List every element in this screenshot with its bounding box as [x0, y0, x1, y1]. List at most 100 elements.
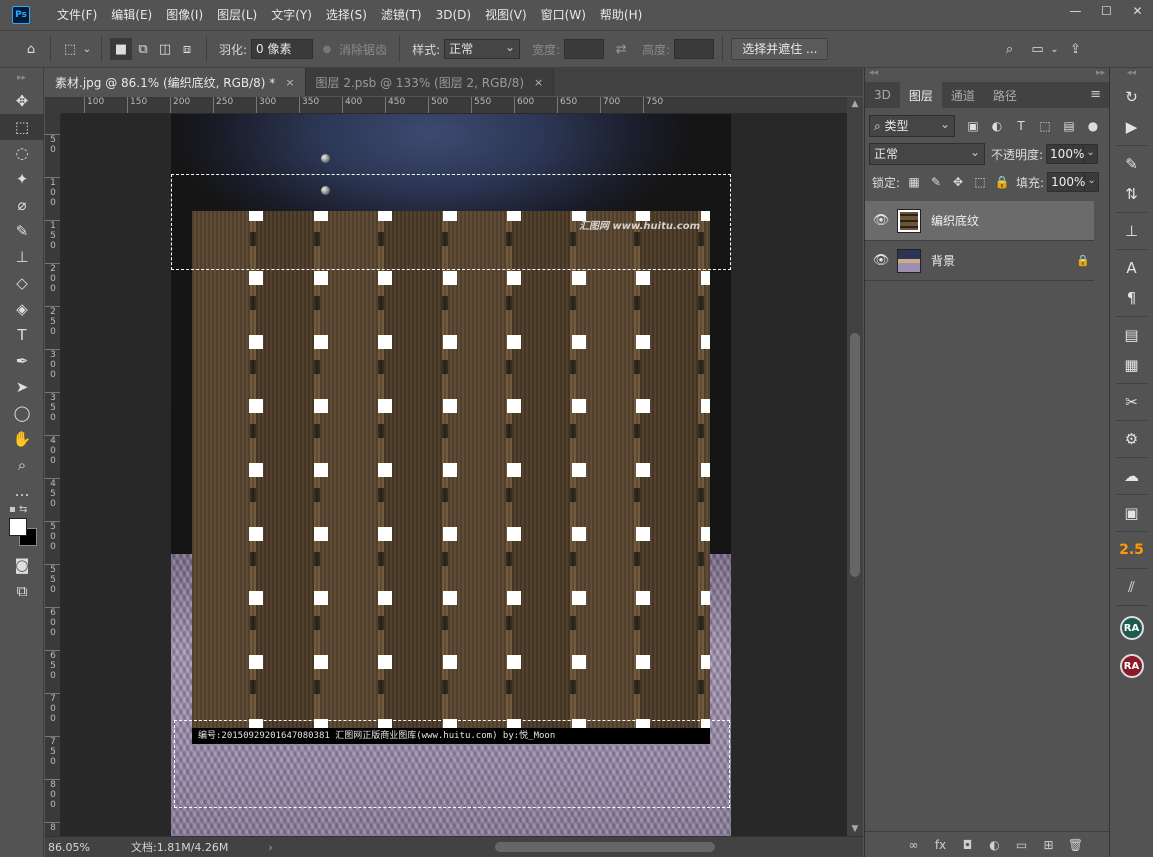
vertical-scrollbar[interactable]: ▲ ▼ [847, 97, 863, 836]
tab-channels[interactable]: 通道 [942, 82, 984, 108]
search-icon[interactable]: ⌕ [998, 38, 1020, 60]
width-input[interactable] [564, 39, 605, 59]
actions-play-icon[interactable]: ▶ [1110, 112, 1153, 142]
swap-icon[interactable]: ⇄ [610, 38, 632, 60]
paragraph-icon[interactable]: ¶ [1110, 283, 1153, 313]
screen-mode-icon[interactable]: ⧉ [0, 578, 44, 604]
menu-layer[interactable]: 图层(L) [210, 0, 264, 30]
canvas-area[interactable]: 汇图网 www.huitu.com 编号:2015092920164708038… [61, 114, 847, 836]
layer-effects-icon[interactable]: fx [927, 838, 954, 852]
tab-material-jpg[interactable]: 素材.jpg @ 86.1% (编织底纹, RGB/8) * × [45, 68, 306, 96]
document-canvas[interactable]: 汇图网 www.huitu.com 编号:2015092920164708038… [171, 114, 731, 836]
horizontal-scrollbar[interactable] [335, 842, 835, 852]
ellipse-tool-icon[interactable]: ◯ [0, 400, 44, 426]
adjustments-icon[interactable]: ⇅ [1110, 179, 1153, 209]
tab-layer2-psb[interactable]: 图层 2.psb @ 133% (图层 2, RGB/8) × [305, 68, 555, 96]
layer-row-weave[interactable]: 👁 编织底纹 [865, 201, 1094, 241]
lasso-tool-icon[interactable]: ◌ [0, 140, 44, 166]
panel-grip-icon[interactable]: ▸▸ [0, 68, 43, 88]
add-mask-icon[interactable]: ◘ [954, 838, 981, 852]
home-icon[interactable]: ⌂ [20, 38, 42, 60]
menu-view[interactable]: 视图(V) [478, 0, 534, 30]
menu-select[interactable]: 选择(S) [319, 0, 374, 30]
scrollbar-thumb[interactable] [495, 842, 715, 852]
foreground-color-swatch[interactable] [9, 518, 27, 536]
ruler-corner[interactable] [45, 97, 61, 114]
share-icon[interactable]: ⇪ [1064, 38, 1086, 60]
quick-mask-icon[interactable]: ◙ [0, 552, 44, 578]
close-tab-icon[interactable]: × [285, 76, 294, 89]
scroll-up-icon[interactable]: ▲ [847, 99, 863, 109]
stamp-tool-icon[interactable]: ⊥ [0, 244, 44, 270]
layer-name[interactable]: 背景 [931, 252, 1072, 269]
blend-mode-select[interactable]: 正常 [869, 142, 985, 165]
plugin-gear-icon[interactable]: ⚙ [1110, 424, 1153, 454]
path-select-tool-icon[interactable]: ➤ [0, 374, 44, 400]
layer-filter-select[interactable]: ⌕ 类型 [869, 114, 955, 137]
feather-input[interactable]: 0 像素 [251, 39, 314, 59]
status-menu-arrow[interactable]: › [268, 841, 272, 854]
plugin-ra-red[interactable]: RA [1110, 647, 1153, 685]
new-group-icon[interactable]: ▭ [1008, 838, 1035, 852]
new-layer-icon[interactable]: ⊞ [1035, 838, 1062, 852]
tab-paths[interactable]: 路径 [984, 82, 1026, 108]
hand-tool-icon[interactable]: ✋ [0, 426, 44, 452]
layer-lock-icon[interactable]: 🔒 [1072, 254, 1094, 267]
lock-transparency-icon[interactable]: ▦ [903, 172, 925, 192]
menu-help[interactable]: 帮助(H) [593, 0, 649, 30]
more-tools-icon[interactable]: … [0, 478, 44, 504]
horizontal-ruler[interactable]: 100 150 200 250 300 350 400 450 500 550 600 650 700 7… [61, 97, 847, 114]
add-selection-icon[interactable]: ⧉ [132, 38, 154, 60]
lock-artboard-icon[interactable]: ⬚ [969, 172, 991, 192]
menu-edit[interactable]: 编辑(E) [104, 0, 159, 30]
chevron-down-icon[interactable]: ⌄ [81, 38, 93, 60]
plugin-ra-green[interactable]: RA [1110, 609, 1153, 647]
tab-3d[interactable]: 3D [865, 82, 900, 108]
lock-pixels-icon[interactable]: ✎ [925, 172, 947, 192]
opacity-input[interactable]: 100% [1046, 144, 1084, 164]
brush-tool-icon[interactable]: ✎ [0, 218, 44, 244]
layer-name[interactable]: 编织底纹 [931, 212, 1094, 229]
delete-layer-icon[interactable]: 🗑 [1062, 838, 1089, 852]
maximize-button[interactable]: ☐ [1091, 0, 1122, 22]
zoom-tool-icon[interactable]: ⌕ [0, 452, 44, 478]
tools-scissors-icon[interactable]: ✂ [1110, 387, 1153, 417]
visibility-eye-icon[interactable]: 👁 [865, 213, 897, 228]
plugin-window-icon[interactable]: ▣ [1110, 498, 1153, 528]
brush-settings-icon[interactable]: ✎ [1110, 149, 1153, 179]
eraser-tool-icon[interactable]: ◇ [0, 270, 44, 296]
lock-position-icon[interactable]: ✥ [947, 172, 969, 192]
filter-type-icon[interactable]: T [1009, 116, 1033, 136]
workspace-icon[interactable]: ▭ [1026, 38, 1048, 60]
tab-layers[interactable]: 图层 [899, 82, 942, 108]
swap-colors-icon[interactable]: ▪ ⇆ [9, 504, 27, 515]
plugin-stripes-icon[interactable]: ⫽ [1110, 572, 1153, 602]
eyedropper-tool-icon[interactable]: ⌀ [0, 192, 44, 218]
subtract-selection-icon[interactable]: ◫ [154, 38, 176, 60]
creative-cloud-icon[interactable]: ☁ [1110, 461, 1153, 491]
filter-adjustment-icon[interactable]: ◐ [985, 116, 1009, 136]
filter-pixel-icon[interactable]: ▣ [961, 116, 985, 136]
new-selection-icon[interactable]: ■ [110, 38, 132, 60]
paint-bucket-tool-icon[interactable]: ◈ [0, 296, 44, 322]
notes-icon[interactable]: ▦ [1110, 350, 1153, 380]
move-tool-icon[interactable]: ✥ [0, 88, 44, 114]
lock-all-icon[interactable]: 🔒 [991, 172, 1013, 192]
minimize-button[interactable]: — [1060, 0, 1091, 22]
vertical-ruler[interactable]: 5 0 1 0 0 1 5 0 2 0 0 2 5 0 3 0 0 3 5 0 4 0 0 4 … [45, 114, 61, 836]
select-and-mask-button[interactable]: 选择并遮住 ... [731, 38, 829, 60]
properties-icon[interactable]: ▤ [1110, 320, 1153, 350]
character-icon[interactable]: A [1110, 253, 1153, 283]
visibility-eye-icon[interactable]: 👁 [865, 253, 897, 268]
menu-3d[interactable]: 3D(D) [429, 0, 478, 30]
zoom-level-field[interactable]: 86.05% [45, 841, 101, 854]
menu-type[interactable]: 文字(Y) [264, 0, 319, 30]
menu-image[interactable]: 图像(I) [159, 0, 210, 30]
plugin-version-badge[interactable]: 2.5 [1110, 535, 1153, 565]
style-select[interactable]: 正常 [444, 38, 521, 59]
menu-window[interactable]: 窗口(W) [534, 0, 593, 30]
intersect-selection-icon[interactable]: ⧈ [176, 38, 198, 60]
marquee-preset-icon[interactable]: ⬚ [59, 38, 81, 60]
close-window-button[interactable]: ✕ [1122, 0, 1153, 22]
filter-smart-object-icon[interactable]: ▤ [1057, 116, 1081, 136]
